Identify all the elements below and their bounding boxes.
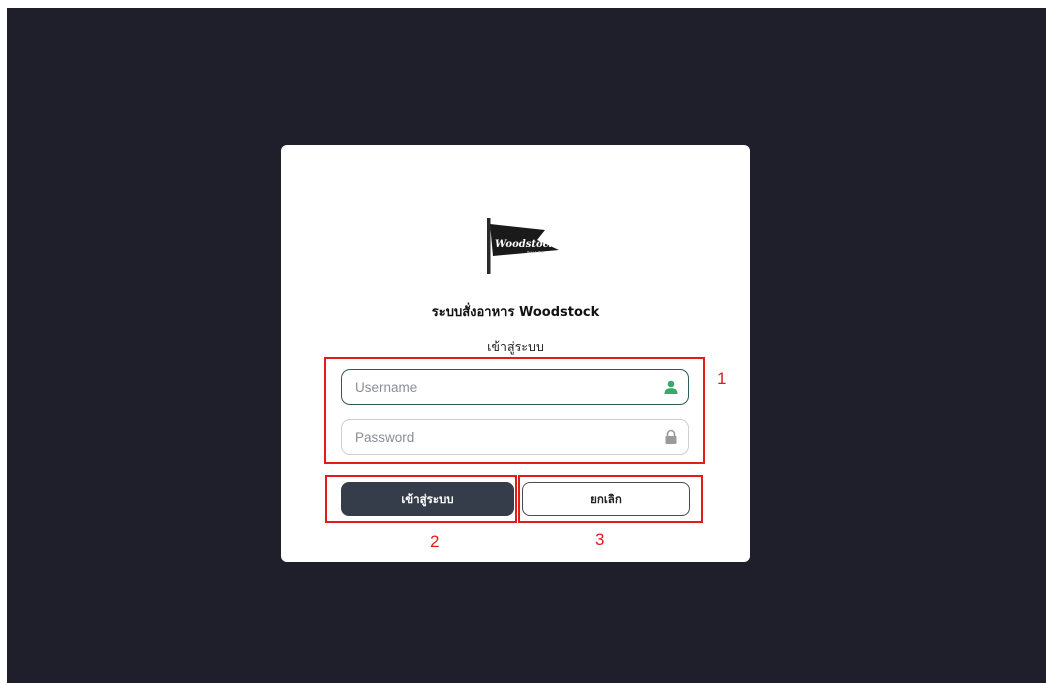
svg-text:Beer & Bar: Beer & Bar	[527, 250, 544, 254]
annotation-label-3: 3	[595, 530, 605, 549]
annotation-label-1: 1	[717, 369, 727, 388]
annotation-box-3	[518, 475, 703, 523]
svg-text:Woodstock: Woodstock	[495, 239, 556, 250]
page-title: ระบบสั่งอาหาร Woodstock	[431, 305, 600, 320]
login-subtitle: เข้าสู่ระบบ	[487, 339, 544, 354]
woodstock-logo: Woodstock Beer & Bar	[487, 218, 559, 274]
annotation-box-1	[324, 357, 705, 464]
annotation-box-2	[325, 475, 517, 523]
annotation-label-2: 2	[430, 532, 440, 551]
